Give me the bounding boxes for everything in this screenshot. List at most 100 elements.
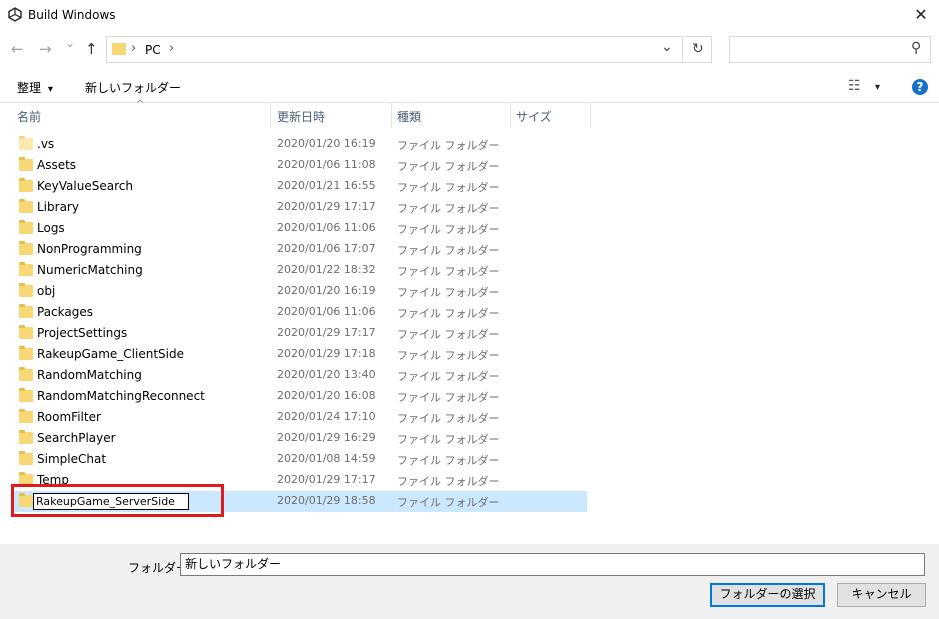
file-date: 2020/01/20 13:40: [277, 368, 376, 381]
file-type: ファイル フォルダー: [397, 412, 500, 425]
file-date: 2020/01/29 18:58: [277, 494, 376, 507]
file-row[interactable]: obj 2020/01/20 16:19 ファイル フォルダー: [12, 281, 587, 302]
file-date: 2020/01/06 11:06: [277, 221, 376, 234]
organize-label: 整理: [17, 81, 42, 95]
file-name: NonProgramming: [37, 242, 142, 256]
file-type: ファイル フォルダー: [397, 202, 500, 215]
file-type: ファイル フォルダー: [397, 307, 500, 320]
file-row[interactable]: RandomMatchingReconnect 2020/01/20 16:08 フ…: [12, 386, 587, 407]
file-name: Library: [37, 200, 79, 214]
view-options-button[interactable]: ☷ ▾: [848, 78, 880, 94]
file-type: ファイル フォルダー: [397, 328, 500, 341]
file-row[interactable]: Assets 2020/01/06 11:08 ファイル フォルダー: [12, 155, 587, 176]
folder-icon: [19, 409, 33, 423]
column-header-size[interactable]: サイズ: [516, 108, 552, 125]
column-header-name[interactable]: 名前: [17, 108, 41, 125]
file-row[interactable]: KeyValueSearch 2020/01/21 16:55 ファイル フォルダー: [12, 176, 587, 197]
folder-name-input[interactable]: 新しいフォルダー: [180, 553, 925, 576]
file-name: RoomFilter: [37, 410, 101, 424]
file-date: 2020/01/29 17:17: [277, 473, 376, 486]
sort-ascending-icon: ^: [136, 99, 145, 110]
file-row[interactable]: RandomMatching 2020/01/20 13:40 ファイル フォルダー: [12, 365, 587, 386]
cancel-button[interactable]: キャンセル: [837, 583, 926, 607]
file-type: ファイル フォルダー: [397, 139, 500, 152]
file-row[interactable]: RoomFilter 2020/01/24 17:10 ファイル フォルダー: [12, 407, 587, 428]
window-title: Build Windows: [28, 8, 116, 22]
file-row[interactable]: Library 2020/01/29 17:17 ファイル フォルダー: [12, 197, 587, 218]
file-name: Logs: [37, 221, 65, 235]
file-row[interactable]: NumericMatching 2020/01/22 18:32 ファイル フォルダ…: [12, 260, 587, 281]
refresh-button[interactable]: ↻: [684, 36, 712, 63]
search-input[interactable]: ⚲: [729, 36, 931, 63]
file-name: SimpleChat: [37, 452, 107, 466]
chevron-down-icon: ▾: [875, 82, 881, 93]
file-row[interactable]: Packages 2020/01/06 11:06 ファイル フォルダー: [12, 302, 587, 323]
folder-icon: [19, 283, 33, 297]
file-type: ファイル フォルダー: [397, 370, 500, 383]
file-row[interactable]: NonProgramming 2020/01/06 17:07 ファイル フォルダー: [12, 239, 587, 260]
folder-icon: [19, 178, 33, 192]
back-icon[interactable]: ←: [11, 40, 24, 58]
file-name: SearchPlayer: [37, 431, 116, 445]
help-icon[interactable]: ?: [912, 79, 928, 95]
file-row[interactable]: SimpleChat 2020/01/08 14:59 ファイル フォルダー: [12, 449, 587, 470]
file-type: ファイル フォルダー: [397, 391, 500, 404]
column-divider[interactable]: [590, 103, 591, 128]
search-icon[interactable]: ⚲: [911, 40, 921, 56]
organize-button[interactable]: 整理 ▾: [17, 79, 53, 96]
file-name: .vs: [37, 137, 55, 151]
column-divider[interactable]: [510, 103, 511, 128]
folder-icon: [19, 325, 33, 339]
column-header-date[interactable]: 更新日時: [277, 108, 325, 125]
up-icon[interactable]: ↑: [85, 40, 98, 58]
file-name: RakeupGame_ClientSide: [37, 347, 184, 361]
folder-icon: [19, 346, 33, 360]
folder-icon: [19, 430, 33, 444]
breadcrumb-pc[interactable]: PC: [145, 43, 161, 57]
file-type: ファイル フォルダー: [397, 223, 500, 236]
folder-icon: [19, 304, 33, 318]
file-row[interactable]: ProjectSettings 2020/01/29 17:17 ファイル フォルダ…: [12, 323, 587, 344]
folder-icon: [19, 136, 33, 150]
file-row[interactable]: SearchPlayer 2020/01/29 16:29 ファイル フォルダー: [12, 428, 587, 449]
file-date: 2020/01/06 17:07: [277, 242, 376, 255]
file-date: 2020/01/29 17:17: [277, 326, 376, 339]
refresh-icon: ↻: [692, 41, 704, 57]
close-button[interactable]: ✕: [906, 2, 936, 28]
forward-icon[interactable]: →: [39, 40, 52, 58]
file-type: ファイル フォルダー: [397, 496, 500, 509]
column-divider[interactable]: [270, 103, 271, 128]
file-row[interactable]: .vs 2020/01/20 16:19 ファイル フォルダー: [12, 134, 587, 155]
file-date: 2020/01/08 14:59: [277, 452, 376, 465]
folder-icon: [19, 157, 33, 171]
select-folder-button[interactable]: フォルダーの選択: [710, 583, 825, 607]
new-folder-button[interactable]: 新しいフォルダー: [85, 79, 181, 96]
folder-icon: [19, 262, 33, 276]
column-header-type[interactable]: 種類: [397, 108, 421, 125]
column-divider[interactable]: [391, 103, 392, 128]
file-row[interactable]: RakeupGame_ClientSide 2020/01/29 17:18 ファイ…: [12, 344, 587, 365]
file-name: obj: [37, 284, 56, 298]
file-type: ファイル フォルダー: [397, 349, 500, 362]
file-date: 2020/01/20 16:19: [277, 284, 376, 297]
file-name: RandomMatching: [37, 368, 142, 382]
file-date: 2020/01/06 11:06: [277, 305, 376, 318]
highlight-box: [11, 484, 224, 517]
file-date: 2020/01/20 16:19: [277, 137, 376, 150]
chevron-down-icon[interactable]: ⌄: [661, 39, 673, 55]
address-bar[interactable]: › PC › ⌄: [106, 36, 683, 63]
breadcrumb-separator[interactable]: ›: [169, 41, 174, 56]
folder-icon: [19, 220, 33, 234]
file-name: RandomMatchingReconnect: [37, 389, 205, 403]
file-name: Assets: [37, 158, 77, 172]
file-date: 2020/01/24 17:10: [277, 410, 376, 423]
file-date: 2020/01/29 17:18: [277, 347, 376, 360]
file-date: 2020/01/29 16:29: [277, 431, 376, 444]
unity-logo-icon: [8, 7, 22, 22]
folder-icon: [112, 43, 126, 55]
file-row[interactable]: Logs 2020/01/06 11:06 ファイル フォルダー: [12, 218, 587, 239]
recent-locations-icon[interactable]: ⌄: [65, 36, 75, 50]
file-name: KeyValueSearch: [37, 179, 133, 193]
breadcrumb-separator[interactable]: ›: [131, 41, 136, 56]
file-type: ファイル フォルダー: [397, 433, 500, 446]
